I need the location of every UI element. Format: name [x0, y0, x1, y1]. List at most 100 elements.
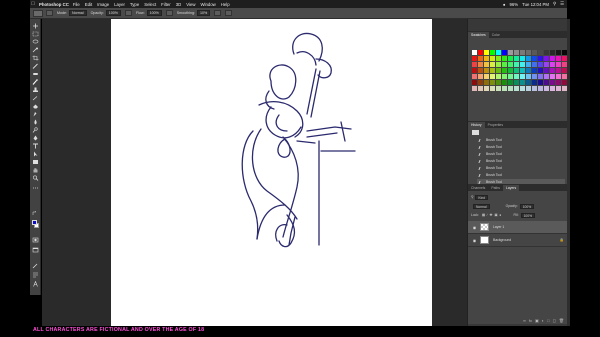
color-swatch[interactable]	[550, 86, 555, 91]
history-item[interactable]: Brush Tool	[477, 151, 565, 158]
opacity-input[interactable]: 100%	[105, 10, 121, 16]
clock[interactable]: Tue 12:04 PM	[522, 2, 549, 7]
color-swatch[interactable]	[538, 50, 543, 55]
menu-layer[interactable]: Layer	[114, 2, 125, 7]
color-swatch[interactable]	[544, 74, 549, 79]
color-swatch[interactable]	[550, 56, 555, 61]
mode-select[interactable]: Normal	[69, 10, 87, 16]
color-swatch[interactable]	[496, 74, 501, 79]
brush-preset-picker[interactable]	[33, 9, 43, 17]
color-swatch[interactable]	[550, 62, 555, 67]
menu-type[interactable]: Type	[130, 2, 139, 7]
color-swatch[interactable]	[502, 68, 507, 73]
fx-icon[interactable]: fx	[529, 318, 532, 323]
smoothing-input[interactable]: 10%	[196, 10, 211, 16]
swap-colors-icon[interactable]	[32, 211, 39, 217]
battery-percent[interactable]: 96%	[510, 2, 519, 7]
blur-tool-icon[interactable]	[32, 119, 39, 125]
color-swatch[interactable]	[520, 80, 525, 85]
pen-tool-icon[interactable]	[32, 135, 39, 141]
link-layers-icon[interactable]: ∞	[523, 318, 526, 323]
color-swatch[interactable]	[514, 56, 519, 61]
color-swatch[interactable]	[544, 68, 549, 73]
eyedropper-tool-icon[interactable]	[32, 63, 39, 69]
color-swatch[interactable]	[556, 56, 561, 61]
color-swatch[interactable]	[520, 62, 525, 67]
color-swatch[interactable]	[556, 80, 561, 85]
color-swatch[interactable]	[472, 86, 477, 91]
color-swatch[interactable]	[520, 50, 525, 55]
color-swatch[interactable]	[556, 68, 561, 73]
color-swatch[interactable]	[550, 68, 555, 73]
history-item[interactable]: Brush Tool	[477, 144, 565, 151]
adjustment-layer-icon[interactable]: ◐	[542, 318, 544, 323]
color-swatch[interactable]	[478, 68, 483, 73]
color-swatch[interactable]	[490, 86, 495, 91]
flow-input[interactable]: 100%	[146, 10, 162, 16]
foreground-color-swatch[interactable]	[32, 220, 37, 225]
menu-3d[interactable]: 3D	[176, 2, 182, 7]
color-swatch[interactable]	[496, 80, 501, 85]
color-swatch[interactable]	[550, 80, 555, 85]
add-mask-icon[interactable]: ▣	[535, 318, 539, 323]
color-swatch[interactable]	[544, 86, 549, 91]
color-swatch[interactable]	[490, 50, 495, 55]
color-swatch[interactable]	[484, 74, 489, 79]
color-swatch[interactable]	[544, 56, 549, 61]
color-swatch[interactable]	[544, 80, 549, 85]
crop-tool-icon[interactable]	[32, 55, 39, 61]
menu-filter[interactable]: Filter	[161, 2, 171, 7]
color-swatch[interactable]	[532, 86, 537, 91]
color-swatch[interactable]	[484, 80, 489, 85]
type-tool-icon[interactable]	[32, 143, 39, 149]
color-swatch[interactable]	[526, 74, 531, 79]
color-swatch[interactable]	[538, 86, 543, 91]
color-swatch[interactable]	[478, 86, 483, 91]
color-swatch[interactable]	[544, 50, 549, 55]
color-swatch[interactable]	[508, 56, 513, 61]
color-swatch[interactable]	[520, 74, 525, 79]
color-swatch[interactable]	[478, 80, 483, 85]
brush-tool-icon[interactable]	[32, 79, 39, 85]
clone-stamp-tool-icon[interactable]	[32, 87, 39, 93]
color-swatch[interactable]	[532, 62, 537, 67]
character-icon[interactable]	[32, 281, 39, 287]
color-swatch[interactable]	[532, 68, 537, 73]
menu-window[interactable]: Window	[200, 2, 215, 7]
zoom-tool-icon[interactable]	[32, 175, 39, 181]
marquee-tool-icon[interactable]	[32, 31, 39, 37]
color-swatch[interactable]	[550, 50, 555, 55]
color-swatch[interactable]	[484, 68, 489, 73]
color-swatch[interactable]	[556, 50, 561, 55]
pressure-size-button[interactable]	[225, 10, 233, 16]
color-swatch[interactable]	[514, 80, 519, 85]
hand-tool-icon[interactable]	[32, 167, 39, 173]
color-swatch[interactable]	[478, 50, 483, 55]
color-swatch[interactable]	[526, 56, 531, 61]
color-swatch[interactable]	[514, 62, 519, 67]
new-layer-icon[interactable]: ◻	[553, 318, 556, 323]
menu-select[interactable]: Select	[144, 2, 156, 7]
color-swatch[interactable]	[502, 80, 507, 85]
color-swatch[interactable]	[508, 62, 513, 67]
history-item[interactable]: Brush Tool	[477, 165, 565, 172]
search-icon[interactable]: ⚲	[553, 1, 556, 7]
color-swatch[interactable]	[502, 86, 507, 91]
color-swatch[interactable]	[496, 68, 501, 73]
brush-settings-icon[interactable]	[32, 263, 39, 269]
color-swatch[interactable]	[478, 74, 483, 79]
menu-edit[interactable]: Edit	[85, 2, 92, 7]
menu-file[interactable]: File	[73, 2, 80, 7]
healing-brush-tool-icon[interactable]	[32, 71, 39, 77]
smoothing-settings-button[interactable]	[214, 10, 222, 16]
color-swatch[interactable]	[526, 62, 531, 67]
color-swatch[interactable]	[520, 86, 525, 91]
pressure-opacity-button[interactable]	[124, 10, 132, 16]
color-swatch[interactable]	[490, 68, 495, 73]
color-swatch[interactable]	[508, 68, 513, 73]
menu-help[interactable]: Help	[221, 2, 230, 7]
color-swatch[interactable]	[532, 56, 537, 61]
color-swatch[interactable]	[538, 62, 543, 67]
path-selection-tool-icon[interactable]	[32, 151, 39, 157]
move-tool-icon[interactable]	[32, 23, 39, 29]
